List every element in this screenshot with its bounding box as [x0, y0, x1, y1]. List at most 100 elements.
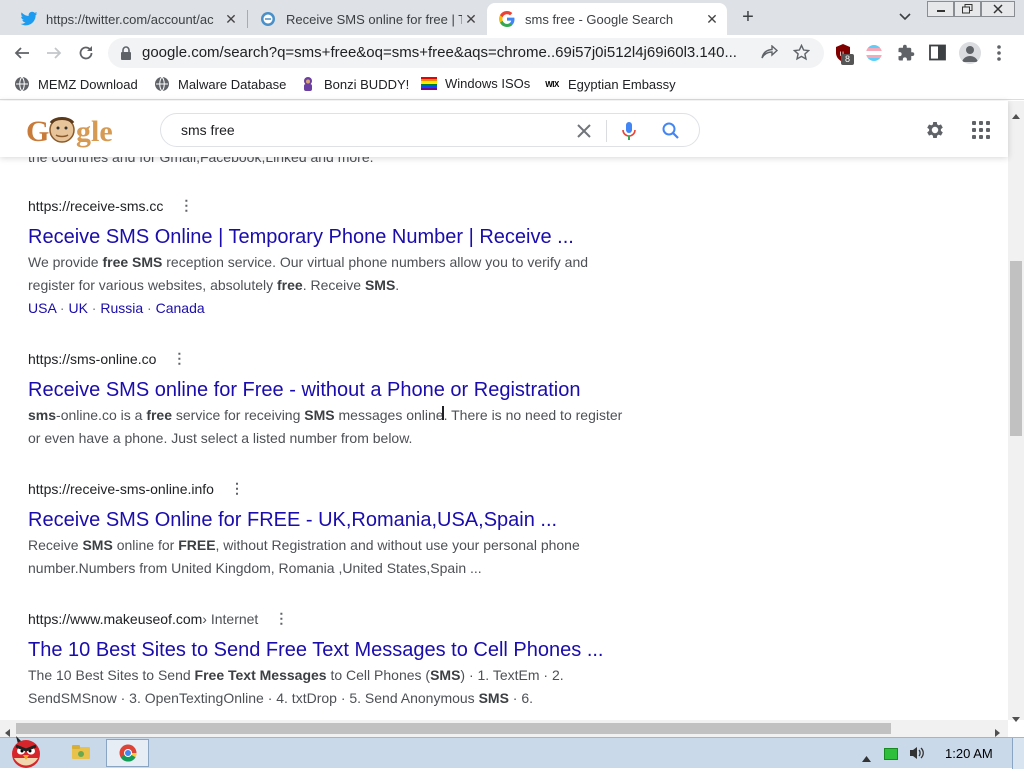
result-snippet: The 10 Best Sites to Send Free Text Mess… — [28, 667, 564, 706]
snippet-keyword: SMS — [364, 277, 396, 293]
close-window-button[interactable] — [981, 1, 1015, 17]
ublock-extension-icon[interactable]: u 8 — [835, 44, 855, 66]
restore-button[interactable] — [954, 1, 981, 17]
snippet-keyword: SMS — [430, 667, 461, 683]
share-icon[interactable] — [761, 44, 779, 66]
text-cursor — [442, 406, 444, 420]
google-header: G gle sms free — [0, 101, 1008, 157]
horizontal-scroll-thumb[interactable] — [16, 723, 891, 734]
result-url[interactable]: https://receive-sms-online.info — [28, 481, 214, 497]
bookmark-memz[interactable]: MEMZ Download — [14, 76, 138, 92]
search-icon[interactable] — [662, 122, 679, 144]
bookmarks-bar: MEMZ Download Malware Database Bonzi BUD… — [0, 70, 1024, 100]
result-breadcrumb: › Internet — [202, 610, 259, 627]
chrome-icon — [119, 744, 137, 762]
google-apps-icon[interactable] — [972, 121, 990, 144]
search-box[interactable]: sms free — [160, 113, 700, 147]
lock-icon[interactable] — [120, 46, 132, 65]
snippet-keyword: Free Text Messages — [194, 667, 327, 683]
horizontal-scrollbar[interactable] — [0, 720, 1008, 737]
search-result: https://sms-online.co ⋮ Receive SMS onli… — [28, 350, 628, 450]
vertical-scrollbar[interactable] — [1008, 101, 1024, 722]
new-tab-button[interactable]: + — [737, 6, 759, 28]
show-hidden-icons-icon[interactable] — [862, 749, 871, 767]
result-cite[interactable]: https://receive-sms.cc ⋮ — [28, 197, 628, 214]
bookmark-windows-isos[interactable]: Windows ISOs — [421, 76, 530, 91]
close-tab-icon[interactable]: ✕ — [462, 10, 480, 28]
bookmark-label: Bonzi BUDDY! — [324, 76, 410, 92]
result-title-link[interactable]: Receive SMS Online for FREE - UK,Romania… — [28, 507, 628, 533]
taskbar-chrome-button[interactable] — [106, 739, 149, 767]
sitelink-usa[interactable]: USA — [28, 300, 56, 316]
result-cite[interactable]: https://receive-sms-online.info ⋮ — [28, 480, 628, 497]
result-url[interactable]: https://www.makeuseof.com — [28, 611, 202, 627]
result-cite[interactable]: https://sms-online.co ⋮ — [28, 350, 628, 367]
more-options-icon[interactable]: ⋮ — [170, 350, 188, 367]
bookmark-label: Windows ISOs — [445, 76, 531, 91]
close-tab-icon[interactable]: ✕ — [703, 10, 721, 28]
result-url[interactable]: https://sms-online.co — [28, 351, 156, 367]
extensions-puzzle-icon[interactable] — [897, 44, 915, 67]
forward-button[interactable] — [38, 35, 70, 70]
sitelink-separator: · — [143, 300, 156, 316]
sitelink-russia[interactable]: Russia — [100, 300, 143, 316]
snippet-keyword: SMS — [304, 407, 335, 423]
wix-icon: WIX — [545, 79, 559, 89]
bookmark-bonzi-buddy[interactable]: Bonzi BUDDY! — [300, 76, 409, 92]
sitelink-canada[interactable]: Canada — [156, 300, 205, 316]
more-options-icon[interactable]: ⋮ — [228, 480, 246, 497]
snippet-keyword: SMS — [478, 690, 509, 706]
tab-strip: https://twitter.com/account/ac ✕ Receive… — [0, 0, 1024, 35]
sitelink-uk[interactable]: UK — [68, 300, 87, 316]
snippet-keyword: free SMS — [102, 254, 163, 270]
search-result: https://www.makeuseof.com › Internet ⋮ T… — [28, 610, 628, 710]
result-snippet: sms-online.co is a free service for rece… — [28, 407, 623, 446]
extension-badge: 8 — [841, 54, 854, 65]
file-explorer-icon[interactable] — [72, 744, 90, 765]
globe-icon — [154, 76, 170, 92]
minimize-button[interactable] — [927, 1, 954, 17]
search-input[interactable]: sms free — [181, 122, 235, 138]
voice-search-icon[interactable] — [622, 122, 636, 146]
start-button-angry-bird-icon[interactable] — [2, 732, 50, 768]
tab-title: Receive SMS online for free | T — [286, 11, 462, 27]
address-bar[interactable]: google.com/search?q=sms+free&oq=sms+free… — [108, 38, 824, 68]
result-title-link[interactable]: The 10 Best Sites to Send Free Text Mess… — [28, 637, 628, 663]
bookmark-malware-database[interactable]: Malware Database — [154, 76, 286, 92]
tab-title: sms free - Google Search — [525, 11, 674, 27]
tab-twitter[interactable]: https://twitter.com/account/ac ✕ — [8, 3, 246, 35]
svg-text:G: G — [26, 115, 49, 148]
browser-menu-icon[interactable] — [996, 44, 1006, 62]
bookmark-egyptian-embassy[interactable]: WIX Egyptian Embassy — [544, 76, 675, 92]
clear-search-icon[interactable] — [577, 124, 591, 143]
volume-icon[interactable] — [909, 746, 925, 765]
scroll-down-arrow-icon[interactable] — [1012, 709, 1020, 727]
result-cite[interactable]: https://www.makeuseof.com › Internet ⋮ — [28, 610, 628, 627]
scroll-up-arrow-icon[interactable] — [1012, 106, 1020, 124]
vertical-scroll-thumb[interactable] — [1010, 261, 1022, 436]
back-button[interactable] — [6, 35, 38, 70]
tab-title: https://twitter.com/account/ac — [46, 11, 214, 27]
result-url[interactable]: https://receive-sms.cc — [28, 198, 163, 214]
tab-google-search[interactable]: sms free - Google Search ✕ — [487, 3, 727, 35]
bookmark-star-icon[interactable] — [792, 43, 811, 66]
google-doodle-logo[interactable]: G gle — [26, 111, 120, 149]
reload-button[interactable] — [70, 35, 102, 70]
battery-status-icon[interactable] — [884, 748, 898, 760]
tab-search-chevron-icon[interactable] — [896, 9, 914, 25]
tab-sms-online[interactable]: Receive SMS online for free | T ✕ — [248, 3, 486, 35]
side-panel-icon[interactable] — [929, 44, 946, 66]
more-options-icon[interactable]: ⋮ — [272, 610, 290, 627]
trans-flag-extension-icon[interactable] — [866, 45, 882, 61]
settings-gear-icon[interactable] — [924, 119, 946, 146]
show-desktop-button[interactable] — [1012, 738, 1024, 769]
snippet-keyword: free — [277, 277, 303, 293]
profile-avatar-icon[interactable] — [959, 42, 981, 64]
more-options-icon[interactable]: ⋮ — [177, 197, 195, 214]
taskbar-clock[interactable]: 1:20 AM — [945, 746, 993, 761]
result-title-link[interactable]: Receive SMS Online | Temporary Phone Num… — [28, 224, 628, 250]
sitelink-separator: · — [87, 300, 101, 316]
close-tab-icon[interactable]: ✕ — [222, 10, 240, 28]
address-text[interactable]: google.com/search?q=sms+free&oq=sms+free… — [142, 44, 752, 61]
result-title-link[interactable]: Receive SMS online for Free - without a … — [28, 377, 628, 403]
